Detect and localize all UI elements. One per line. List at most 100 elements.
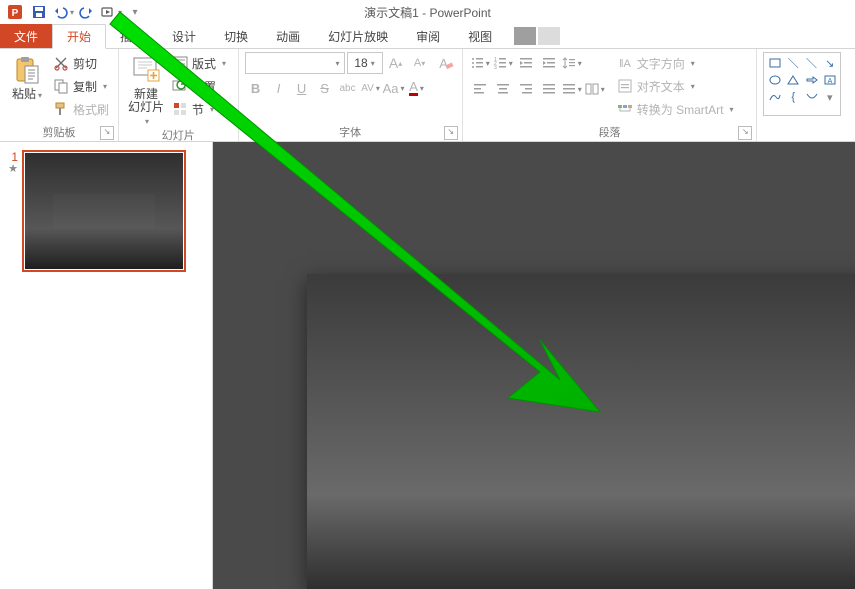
change-case-button[interactable]: Aa▾ xyxy=(383,77,405,99)
align-center-button[interactable] xyxy=(492,78,514,100)
chevron-down-icon: ▾ xyxy=(371,59,375,68)
strikethrough-button[interactable]: S xyxy=(314,77,336,99)
paste-button[interactable]: 粘贴▾ xyxy=(6,52,48,102)
align-left-button[interactable] xyxy=(469,78,491,100)
copy-button[interactable]: 复制▾ xyxy=(50,75,112,97)
font-size-combobox[interactable]: 18 ▾ xyxy=(347,52,383,74)
clear-formatting-button[interactable]: A xyxy=(433,52,455,74)
chevron-down-icon: ▾ xyxy=(509,59,513,68)
shape-curve1-icon[interactable] xyxy=(766,89,783,105)
bullets-button[interactable]: ▾ xyxy=(469,52,491,74)
chevron-down-icon: ▾ xyxy=(691,82,695,91)
redo-icon[interactable] xyxy=(76,1,98,23)
convert-smartart-button[interactable]: 转换为 SmartArt▾ xyxy=(614,98,737,120)
chevron-down-icon: ▾ xyxy=(691,59,695,68)
addin-color-swatches xyxy=(514,24,562,48)
app-icon[interactable]: P xyxy=(4,1,26,23)
font-size-value: 18 xyxy=(354,56,367,70)
shape-curve2-icon[interactable] xyxy=(803,89,820,105)
shape-line-icon[interactable]: ＼ xyxy=(785,55,802,71)
shrink-font-button[interactable]: A▾ xyxy=(409,52,431,74)
chevron-down-icon: ▾ xyxy=(103,82,107,91)
paragraph-launcher-icon[interactable]: ↘ xyxy=(738,126,752,140)
quick-access-toolbar: P ▾ ▾ ▾ xyxy=(0,1,146,23)
tab-design[interactable]: 设计 xyxy=(158,24,210,48)
group-clipboard-label: 剪贴板 xyxy=(43,127,76,139)
slide-thumbnail-1[interactable]: 1 ★ xyxy=(8,150,204,272)
shape-line2-icon[interactable]: ＼ xyxy=(803,55,820,71)
align-text-button[interactable]: 对齐文本 ▾ xyxy=(614,75,737,97)
text-shadow-button[interactable]: abc xyxy=(337,77,359,99)
slide-editor[interactable] xyxy=(213,142,855,589)
line-spacing-button[interactable]: ▾ xyxy=(561,52,583,74)
tab-home[interactable]: 开始 xyxy=(52,24,106,49)
layout-button[interactable]: 版式▾ xyxy=(169,52,229,74)
qat-customize-icon[interactable]: ▾ xyxy=(124,1,146,23)
increase-indent-button[interactable] xyxy=(538,52,560,74)
ribbon-tabs: 文件 开始 插入 设计 切换 动画 幻灯片放映 审阅 视图 xyxy=(0,24,855,49)
shape-lbracket-icon[interactable]: { xyxy=(785,89,802,105)
shape-more-icon[interactable]: ▾ xyxy=(821,89,838,105)
group-font-label: 字体 xyxy=(339,127,361,139)
italic-button[interactable]: I xyxy=(268,77,290,99)
reset-label: 重置 xyxy=(192,78,216,95)
tab-view[interactable]: 视图 xyxy=(454,24,506,48)
shapes-gallery[interactable]: ＼ ＼ ↘ A { ▾ xyxy=(763,52,841,116)
shape-arrowblock-icon[interactable] xyxy=(803,72,820,88)
slide-thumbnail-preview[interactable] xyxy=(22,150,186,272)
shape-rectangle-icon[interactable] xyxy=(766,55,783,71)
shape-oval-icon[interactable] xyxy=(766,72,783,88)
chevron-down-icon: ▾ xyxy=(70,8,74,17)
section-button[interactable]: 节▾ xyxy=(169,98,229,120)
align-text-label: 对齐文本 xyxy=(637,78,685,95)
tab-transitions[interactable]: 切换 xyxy=(210,24,262,48)
cut-button[interactable]: 剪切 xyxy=(50,52,112,74)
character-spacing-button[interactable]: AV▾ xyxy=(360,77,382,99)
thumbnail-pane[interactable]: 1 ★ xyxy=(0,142,213,589)
group-slides: 新建幻灯片▾ 版式▾ 重置 节▾ 幻灯 xyxy=(119,49,239,141)
chevron-down-icon: ▾ xyxy=(376,84,380,93)
underline-button[interactable]: U xyxy=(291,77,313,99)
shape-textbox-icon[interactable]: A xyxy=(821,72,838,88)
clipboard-launcher-icon[interactable]: ↘ xyxy=(100,126,114,140)
undo-icon[interactable]: ▾ xyxy=(52,1,74,23)
reset-button[interactable]: 重置 xyxy=(169,75,229,97)
distribute-button[interactable]: ▾ xyxy=(561,78,583,100)
swatch-light[interactable] xyxy=(538,27,560,45)
numbering-button[interactable]: 123▾ xyxy=(492,52,514,74)
font-launcher-icon[interactable]: ↘ xyxy=(444,126,458,140)
svg-text:3: 3 xyxy=(494,65,497,70)
ribbon: 粘贴▾ 剪切 复制▾ 格式刷 剪贴板 ↘ xyxy=(0,49,855,142)
font-color-button[interactable]: A▾ xyxy=(406,77,428,99)
title-bar: P ▾ ▾ ▾ 演示文稿1 - PowerPoint xyxy=(0,0,855,24)
start-from-beginning-icon[interactable]: ▾ xyxy=(100,1,122,23)
chevron-down-icon: ▾ xyxy=(601,85,605,94)
tab-file[interactable]: 文件 xyxy=(0,24,52,48)
justify-button[interactable] xyxy=(538,78,560,100)
animation-indicator-icon: ★ xyxy=(8,164,18,174)
svg-text:‖A: ‖A xyxy=(619,58,632,70)
grow-font-button[interactable]: A▴ xyxy=(385,52,407,74)
shape-arrow-icon[interactable]: ↘ xyxy=(821,55,838,71)
swatch-grey[interactable] xyxy=(514,27,536,45)
tab-insert[interactable]: 插入 xyxy=(106,24,158,48)
decrease-indent-button[interactable] xyxy=(515,52,537,74)
new-slide-button[interactable]: 新建幻灯片▾ xyxy=(125,52,167,128)
bold-button[interactable]: B xyxy=(245,77,267,99)
format-painter-button[interactable]: 格式刷 xyxy=(50,98,112,120)
align-right-button[interactable] xyxy=(515,78,537,100)
cut-label: 剪切 xyxy=(73,55,97,72)
slide-canvas[interactable] xyxy=(307,274,855,589)
group-slides-label: 幻灯片 xyxy=(162,130,195,142)
shape-triangle-icon[interactable] xyxy=(785,72,802,88)
tab-slideshow[interactable]: 幻灯片放映 xyxy=(314,24,402,48)
font-name-combobox[interactable]: ▾ xyxy=(245,52,345,74)
columns-button[interactable]: ▾ xyxy=(584,78,606,100)
text-direction-label: 文字方向 xyxy=(637,55,685,72)
tab-review[interactable]: 审阅 xyxy=(402,24,454,48)
powerpoint-window: P ▾ ▾ ▾ 演示文稿1 - PowerPoint 文件 开始 xyxy=(0,0,855,589)
text-direction-button[interactable]: ‖A 文字方向 ▾ xyxy=(614,52,737,74)
chevron-down-icon: ▾ xyxy=(118,8,122,17)
tab-animations[interactable]: 动画 xyxy=(262,24,314,48)
save-icon[interactable] xyxy=(28,1,50,23)
